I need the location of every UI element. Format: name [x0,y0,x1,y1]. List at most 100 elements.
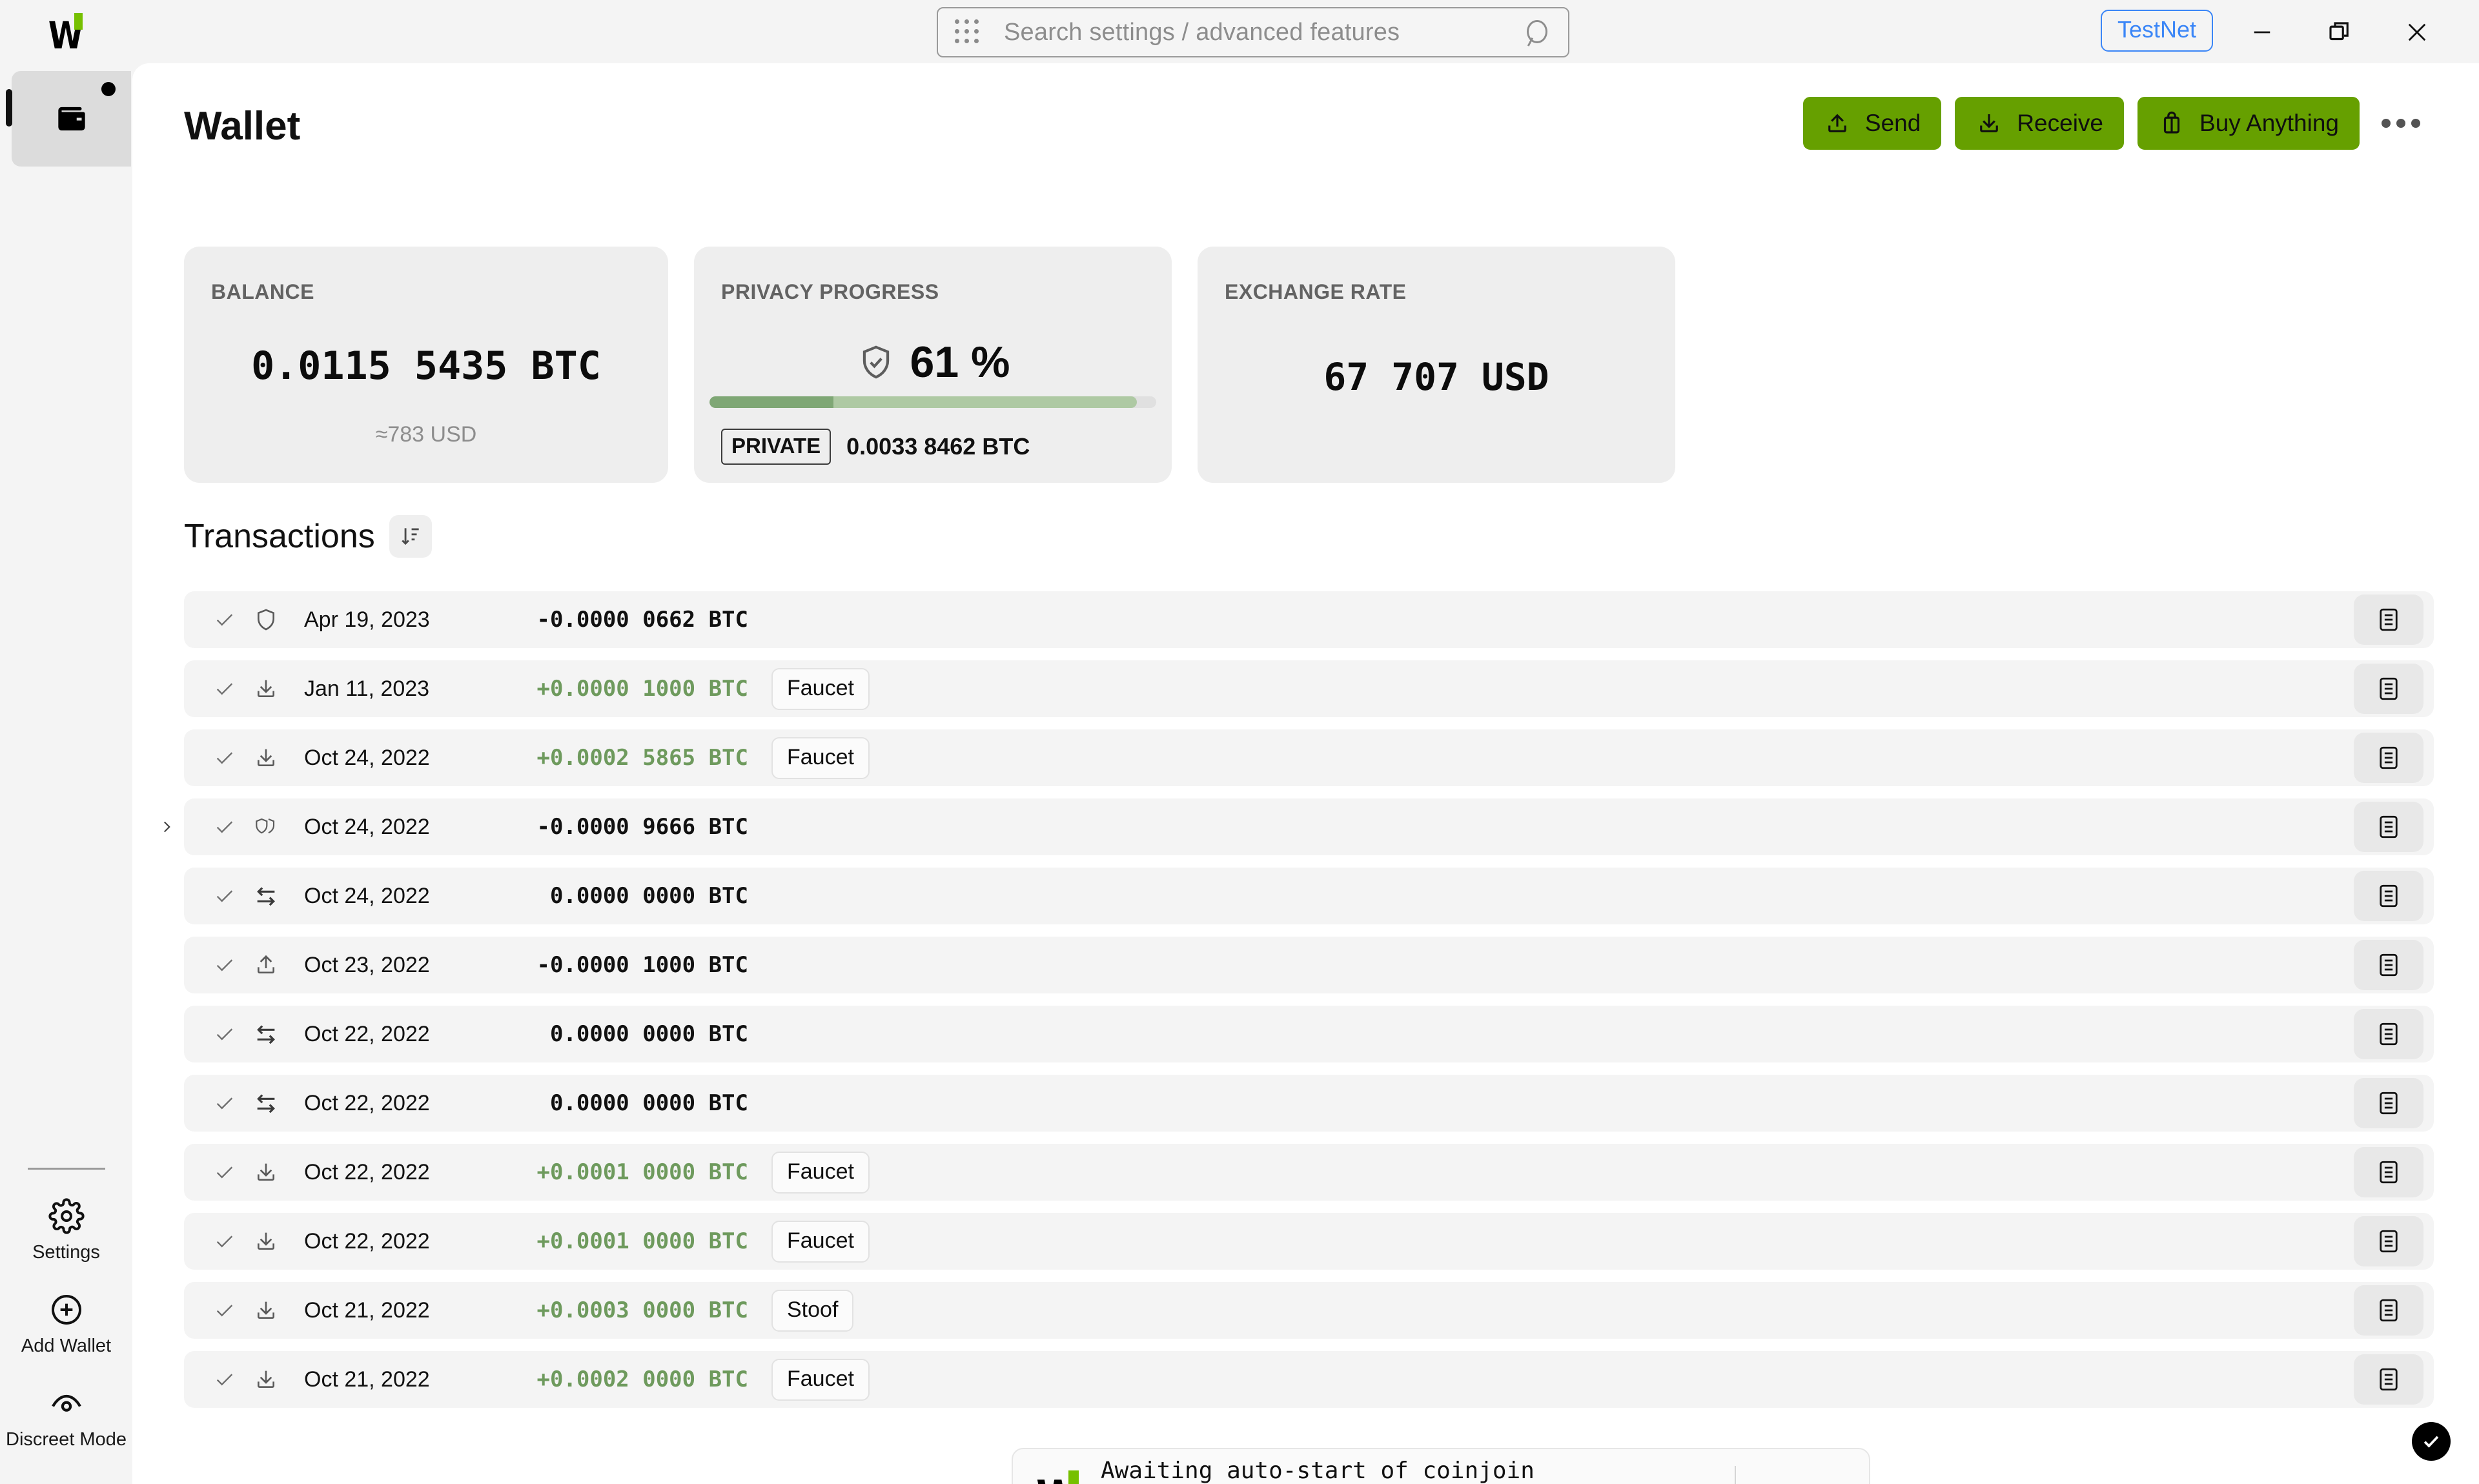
plus-circle-icon [51,1295,81,1325]
tx-amount: 0.0000 0000 BTC [549,1090,748,1116]
download-icon [247,1159,285,1185]
tx-details-button[interactable] [2354,733,2423,783]
tx-details-button[interactable] [2354,1147,2423,1197]
sidebar-item-add-wallet[interactable]: Add Wallet [0,1292,132,1357]
shield-check-icon [862,345,889,379]
tx-amount: +0.0001 0000 BTC [536,1228,748,1254]
tx-label: Faucet [771,667,870,710]
tx-details-button[interactable] [2354,595,2423,645]
buy-anything-button[interactable]: Buy Anything [2137,97,2360,150]
table-row[interactable]: Oct 24, 2022 -0.0000 9666 BTC [164,798,2434,855]
sidebar-item-label: Discreet Mode [6,1429,127,1450]
tx-label: Faucet [771,1151,870,1194]
wasabi-wallet-window: W Search settings / advanced features Te… [0,0,2479,1484]
table-row[interactable]: Oct 24, 2022 +0.0002 5865 BTC Faucet [184,729,2434,786]
tx-details-button[interactable] [2354,802,2423,852]
tx-label-chip: Faucet [771,1358,870,1401]
table-row[interactable]: Oct 23, 2022 -0.0000 1000 BTC [184,937,2434,993]
search-input[interactable]: Search settings / advanced features [937,7,1569,57]
tx-details-button[interactable] [2354,1354,2423,1405]
tx-confirmed-icon [211,1299,238,1321]
maximize-button[interactable] [2301,0,2378,65]
network-badge[interactable]: TestNet [2100,10,2213,52]
eye-icon [51,1394,81,1412]
upload-icon [1828,114,1846,132]
privacy-card-label: PRIVACY PROGRESS [721,280,939,303]
main-panel: Wallet Send Receive Buy Anything BALANCE… [132,63,2479,1484]
table-row[interactable]: Oct 22, 2022 0.0000 0000 BTC [184,1075,2434,1132]
tx-label: Stoof [771,1289,854,1332]
tx-details-button[interactable] [2354,1078,2423,1128]
table-row[interactable]: Oct 24, 2022 0.0000 0000 BTC [184,868,2434,924]
buy-anything-button-label: Buy Anything [2199,110,2339,136]
search-icon[interactable] [1523,18,1551,46]
table-row[interactable]: Jan 11, 2023 +0.0000 1000 BTC Faucet [184,660,2434,717]
table-row[interactable]: Oct 21, 2022 +0.0003 0000 BTC Stoof [184,1282,2434,1339]
download-icon [247,676,285,702]
transactions-list: Apr 19, 2023 -0.0000 0662 BTC Jan 11, 2023… [164,591,2434,1420]
sort-button[interactable] [389,515,432,558]
send-button[interactable]: Send [1802,97,1942,150]
tx-details-button[interactable] [2354,1009,2423,1059]
sidebar-bottom-group: Settings Add Wallet Discreet Mode [0,1168,132,1484]
sidebar: Settings Add Wallet Discreet Mode [0,65,132,1484]
transactions-header: Transactions [184,515,432,558]
expand-row-button[interactable] [157,817,176,837]
tx-confirmed-icon [211,885,238,907]
tx-confirmed-icon [211,1368,238,1390]
tx-date: Oct 22, 2022 [304,1159,430,1184]
coinjoin-divider [1735,1466,1736,1484]
privacy-progress-card: PRIVACY PROGRESS 61 % PRIVATE 0.0033 846… [694,247,1172,483]
wallet-icon [57,107,85,131]
table-row[interactable]: Oct 21, 2022 +0.0002 0000 BTC Faucet [184,1351,2434,1408]
tx-details-button[interactable] [2354,1216,2423,1266]
receive-button[interactable]: Receive [1955,97,2125,150]
tx-amount: +0.0000 1000 BTC [536,676,748,702]
more-options-button[interactable] [2373,97,2429,150]
tx-amount: -0.0000 9666 BTC [536,814,748,840]
active-indicator [6,89,12,127]
receive-button-label: Receive [2017,110,2104,136]
coinjoin-status-text: Awaiting auto-start of coinjoin [1101,1458,1535,1484]
tx-label-chip: Faucet [771,1220,870,1263]
sidebar-item-discreet-mode[interactable]: Discreet Mode [0,1385,132,1450]
tx-details-button[interactable] [2354,1285,2423,1336]
tx-date: Oct 21, 2022 [304,1297,430,1323]
exchange-icon [247,1021,285,1047]
gear-icon [48,1198,85,1234]
tx-label: Faucet [771,1358,870,1401]
send-button-label: Send [1864,110,1921,136]
private-chip: PRIVATE [721,429,831,465]
tx-amount: +0.0002 0000 BTC [536,1367,748,1392]
table-row[interactable]: Oct 22, 2022 +0.0001 0000 BTC Faucet [184,1213,2434,1270]
exchange-icon [247,1090,285,1116]
shield-icon [247,607,285,633]
table-row[interactable]: Oct 22, 2022 +0.0001 0000 BTC Faucet [184,1144,2434,1201]
tx-label-chip: Faucet [771,667,870,710]
close-button[interactable] [2378,0,2456,65]
tx-details-button[interactable] [2354,664,2423,714]
title-bar: W Search settings / advanced features Te… [0,0,2479,65]
coinjoin-play-button[interactable] [1753,1481,1798,1484]
play-icon [1759,1481,1791,1484]
table-row[interactable]: Apr 19, 2023 -0.0000 0662 BTC [184,591,2434,648]
minimize-button[interactable] [2223,0,2301,65]
tx-details-button[interactable] [2354,871,2423,921]
exchange-card-label: EXCHANGE RATE [1225,280,1407,303]
exchange-rate-card: EXCHANGE RATE 67 707 USD [1198,247,1675,483]
tx-details-button[interactable] [2354,940,2423,990]
tx-date: Oct 23, 2022 [304,952,430,977]
status-badge[interactable] [2412,1422,2451,1461]
table-row[interactable]: Oct 22, 2022 0.0000 0000 BTC [184,1006,2434,1062]
coinjoin-body: Awaiting auto-start of coinjoin 00:01:35… [1101,1458,1728,1484]
page-title: Wallet [184,104,301,148]
sidebar-item-wallet[interactable] [6,71,131,167]
grid-menu-icon[interactable] [955,19,981,45]
tx-date: Jan 11, 2023 [304,676,430,701]
balance-card: BALANCE 0.0115 5435 BTC ≈783 USD [184,247,668,483]
sidebar-item-settings[interactable]: Settings [0,1198,132,1263]
tx-date: Oct 24, 2022 [304,745,430,770]
private-amount: 0.0033 8462 BTC [846,433,1030,460]
tx-date: Oct 22, 2022 [304,1228,430,1254]
download-icon [247,1367,285,1392]
